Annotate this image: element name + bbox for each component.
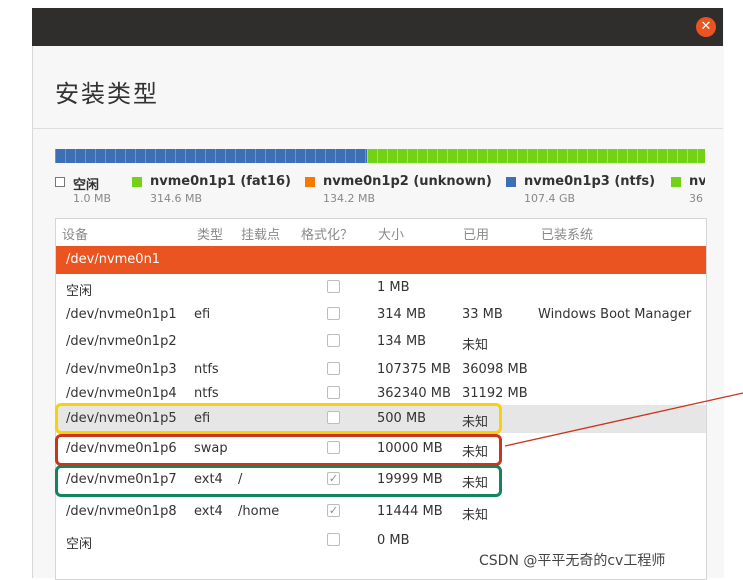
arrow-line — [504, 392, 743, 447]
watermark: CSDN @平平无奇的cv工程师 — [479, 553, 666, 569]
annotation-arrow — [504, 392, 743, 447]
